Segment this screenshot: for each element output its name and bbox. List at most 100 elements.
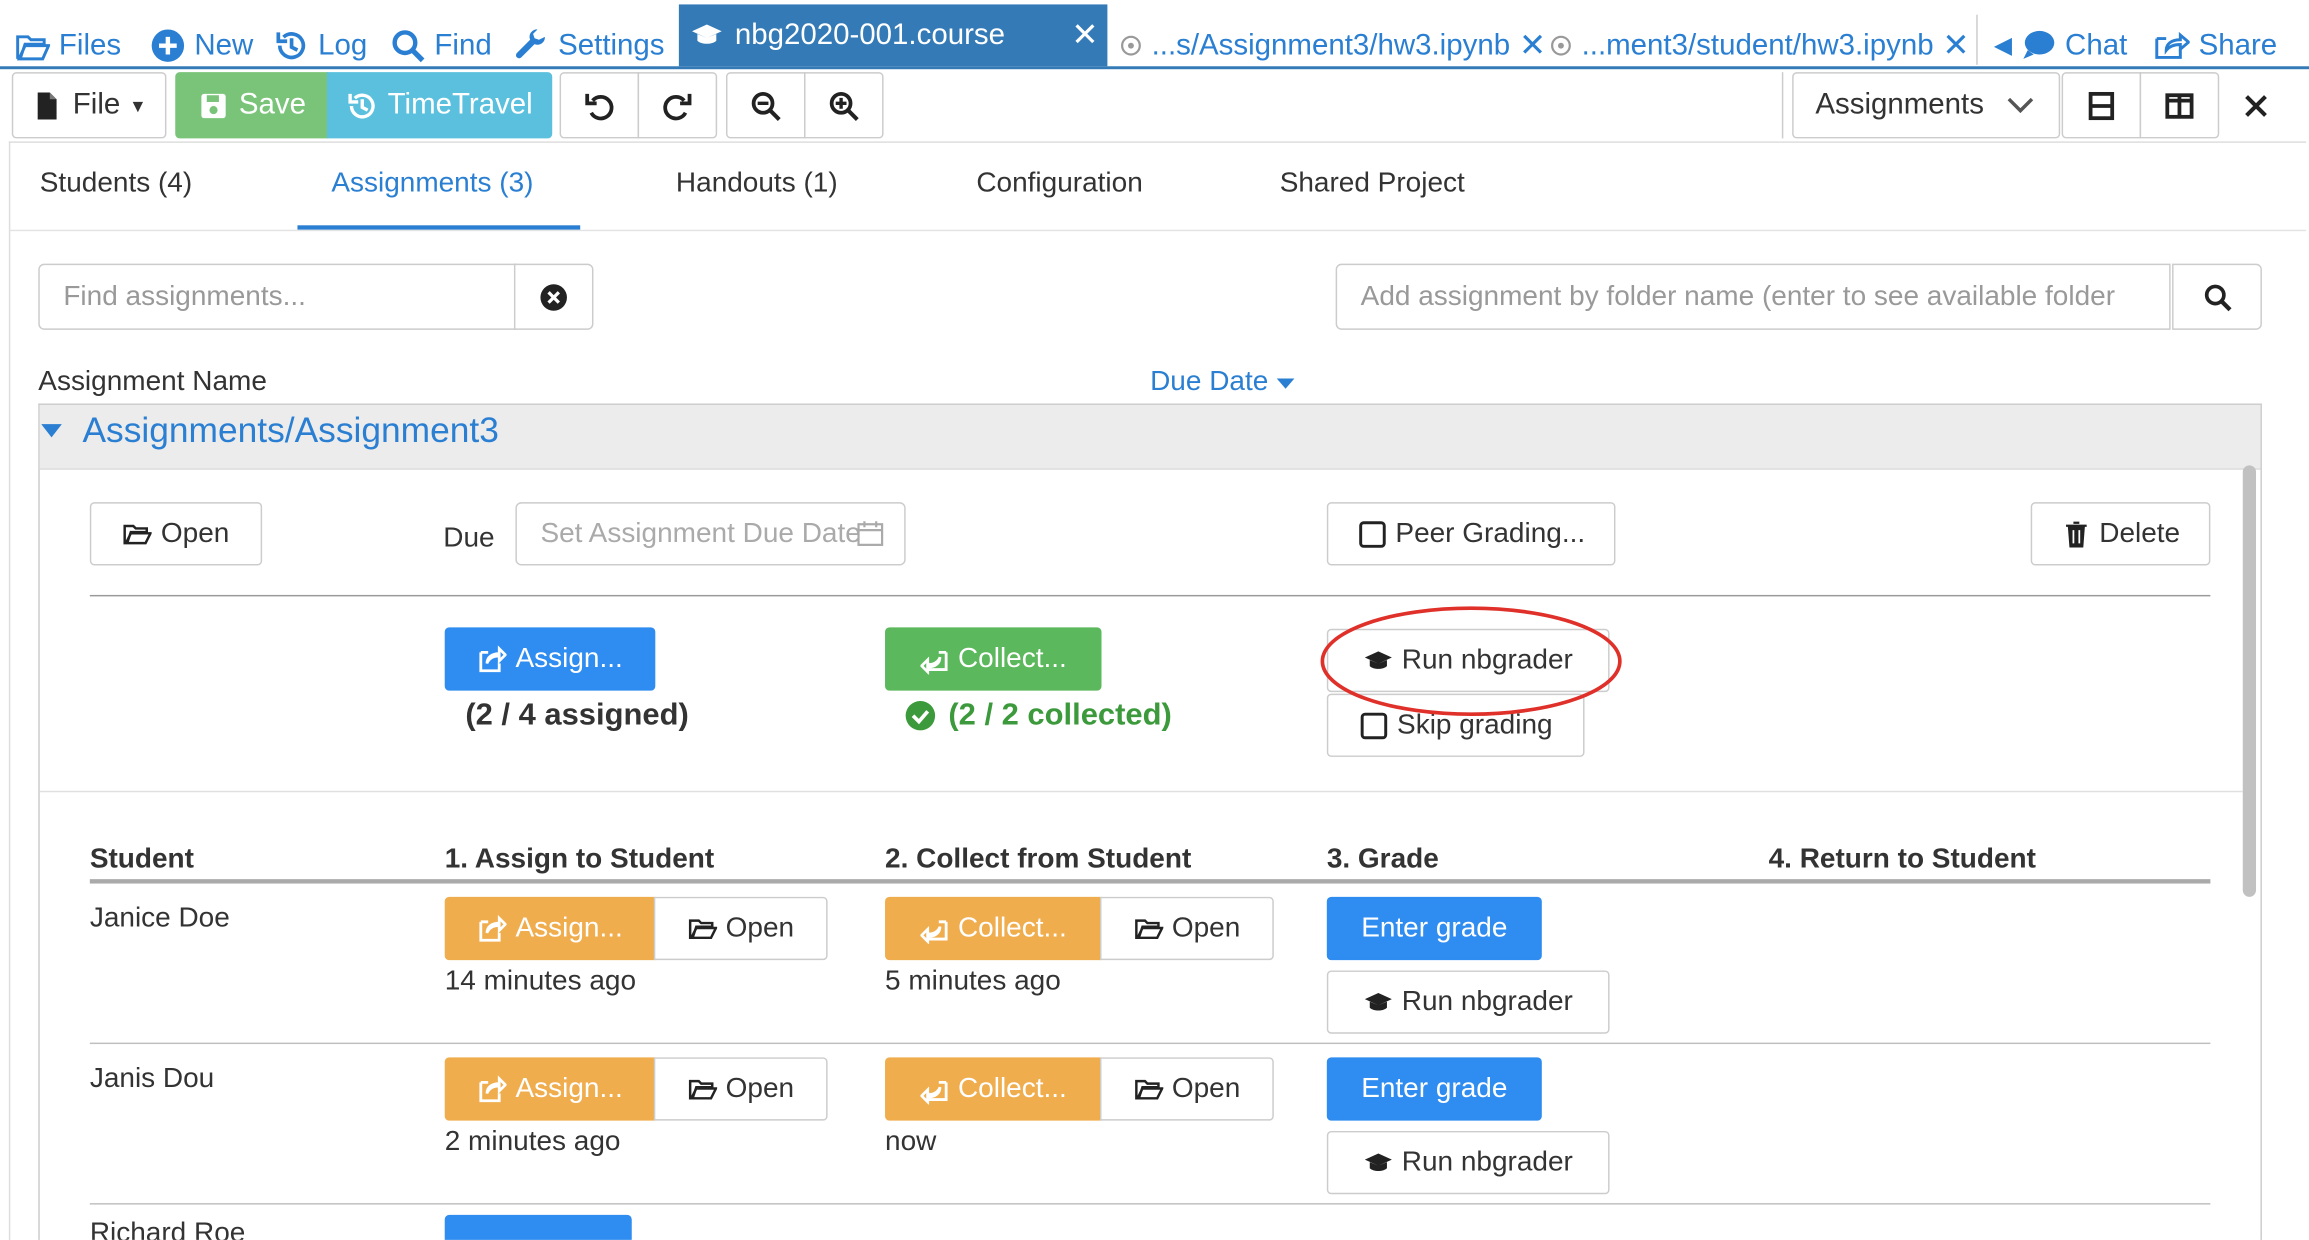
close-frame-button[interactable] <box>2222 72 2290 139</box>
run-nbgrader-button[interactable]: Run nbgrader <box>1326 970 1610 1034</box>
enter-grade-button[interactable]: Enter grade <box>1326 1057 1542 1121</box>
caret-down-icon[interactable] <box>41 421 62 439</box>
check-circle-icon <box>904 699 936 731</box>
close-icon[interactable]: ✕ <box>1942 27 1969 65</box>
nav-new[interactable]: New <box>150 21 253 71</box>
timetravel-button[interactable]: TimeTravel <box>326 72 553 139</box>
assignment-title[interactable]: Assignments/Assignment3 <box>82 411 498 452</box>
undo-button[interactable] <box>559 72 640 139</box>
nav-files[interactable]: Files <box>15 21 121 71</box>
trash-icon <box>2061 519 2090 548</box>
tab-handouts[interactable]: Handouts (1) <box>676 168 838 200</box>
run-nbgrader-button[interactable]: Run nbgrader <box>1326 1130 1610 1195</box>
assign-all-button[interactable]: Assign... <box>444 627 656 691</box>
folder-open-icon <box>687 914 717 943</box>
open-assigned-button[interactable]: Open <box>653 896 828 961</box>
collect-icon <box>919 644 949 674</box>
row-divider <box>89 1203 2211 1205</box>
save-icon <box>198 89 230 121</box>
split-horizontal-button[interactable] <box>2061 72 2142 139</box>
split-horizontal-icon <box>2085 89 2117 121</box>
search-icon <box>2202 282 2231 311</box>
chat-icon <box>2021 28 2056 63</box>
graduation-cap-icon <box>691 19 723 51</box>
return-col-header: 4. Return to Student <box>1768 843 2036 875</box>
zoom-out-button[interactable] <box>725 72 806 139</box>
assigned-status: (2 / 4 assigned) <box>465 698 689 732</box>
peer-grading-button[interactable]: Peer Grading... <box>1326 502 1616 566</box>
collect-timestamp: now <box>885 1126 937 1158</box>
student-name: Janice Doe <box>89 902 230 934</box>
tab-course[interactable]: nbg2020-001.course ✕ <box>678 4 1108 67</box>
folder-open-icon <box>1134 914 1163 943</box>
assign-student-button[interactable]: Assign... <box>444 896 656 961</box>
checkbox-icon <box>1357 519 1386 548</box>
zoom-in-button[interactable] <box>804 72 884 139</box>
open-assignment-button[interactable]: Open <box>89 502 263 566</box>
plus-circle-icon <box>150 28 185 63</box>
file-menu-button[interactable]: File ▼ <box>11 72 167 139</box>
nav-find[interactable]: Find <box>390 21 492 71</box>
file-icon <box>32 89 64 121</box>
chevron-left-icon: ◀ <box>1993 33 2013 59</box>
open-collected-button[interactable]: Open <box>1100 896 1274 961</box>
zoom-out-icon <box>750 89 782 121</box>
student-name: Richard Roe <box>89 1217 246 1240</box>
add-assignment-input[interactable]: Add assignment by folder name (enter to … <box>1335 263 2171 330</box>
tab-students[interactable]: Students (4) <box>40 168 192 200</box>
collect-all-button[interactable]: Collect... <box>885 627 1102 691</box>
tab-shared-project[interactable]: Shared Project <box>1280 168 1465 200</box>
assign-timestamp: 14 minutes ago <box>444 966 637 997</box>
tab-notebook-2[interactable]: ...ment3/student/hw3.ipynb ✕ <box>1549 21 1970 71</box>
redo-button[interactable] <box>637 72 718 139</box>
scrollbar-thumb[interactable] <box>2242 465 2257 897</box>
history-icon <box>274 28 309 63</box>
nav-log[interactable]: Log <box>274 21 367 71</box>
split-vertical-button[interactable] <box>2139 72 2220 139</box>
close-icon[interactable]: ✕ <box>1519 27 1546 65</box>
nav-share[interactable]: Share <box>2154 21 2277 71</box>
save-button[interactable]: Save <box>175 72 329 139</box>
close-icon[interactable]: ✕ <box>1071 16 1098 54</box>
column-header-name[interactable]: Assignment Name <box>38 367 267 399</box>
toolbar-separator <box>1781 72 1784 139</box>
undo-icon <box>583 89 615 121</box>
clear-search-button[interactable] <box>513 263 594 330</box>
tab-configuration[interactable]: Configuration <box>976 168 1142 200</box>
open-assigned-button[interactable]: Open <box>653 1057 828 1121</box>
view-select[interactable]: Assignments <box>1792 72 2061 139</box>
nav-chat[interactable]: ◀ Chat <box>1994 21 2127 71</box>
tab-notebook-1[interactable]: ...s/Assignment3/hw3.ipynb ✕ <box>1119 21 1546 71</box>
collect-student-button[interactable]: Collect... <box>885 1057 1102 1121</box>
open-collected-button[interactable]: Open <box>1100 1057 1274 1121</box>
due-date-input[interactable]: Set Assignment Due Date <box>515 502 906 566</box>
assign-student-button[interactable] <box>444 1214 632 1240</box>
caret-down-icon: ▼ <box>129 94 147 116</box>
student-row-clipped: Richard Roe <box>90 1218 246 1240</box>
collect-col-header: 2. Collect from Student <box>885 843 1192 875</box>
collect-icon <box>919 914 949 944</box>
folder-open-icon <box>687 1074 717 1103</box>
due-label: Due <box>443 522 495 554</box>
assign-student-button[interactable]: Assign... <box>444 1057 656 1121</box>
section-divider <box>89 594 2211 597</box>
search-icon <box>390 28 425 63</box>
tabs-divider <box>8 229 2307 232</box>
collect-timestamp: 5 minutes ago <box>885 966 1061 997</box>
notebook-icon <box>1549 34 1573 58</box>
column-header-due-date[interactable]: Due Date <box>1150 367 1295 399</box>
add-assignment-search-button[interactable] <box>2172 263 2262 330</box>
collect-icon <box>919 1074 949 1104</box>
tab-assignments[interactable]: Assignments (3) <box>331 168 533 200</box>
collected-status: (2 / 2 collected) <box>904 698 1172 733</box>
collect-student-button[interactable]: Collect... <box>885 896 1102 961</box>
graduation-cap-icon <box>1363 1148 1392 1177</box>
nav-settings[interactable]: Settings <box>514 21 665 71</box>
calendar-icon <box>857 520 884 547</box>
enter-grade-button[interactable]: Enter grade <box>1326 896 1542 961</box>
find-assignments-input[interactable]: Find assignments... <box>38 263 517 330</box>
split-vertical-icon <box>2163 89 2195 121</box>
delete-assignment-button[interactable]: Delete <box>2030 502 2211 566</box>
student-name: Janis Dou <box>89 1063 215 1095</box>
assign-timestamp: 2 minutes ago <box>444 1126 621 1158</box>
